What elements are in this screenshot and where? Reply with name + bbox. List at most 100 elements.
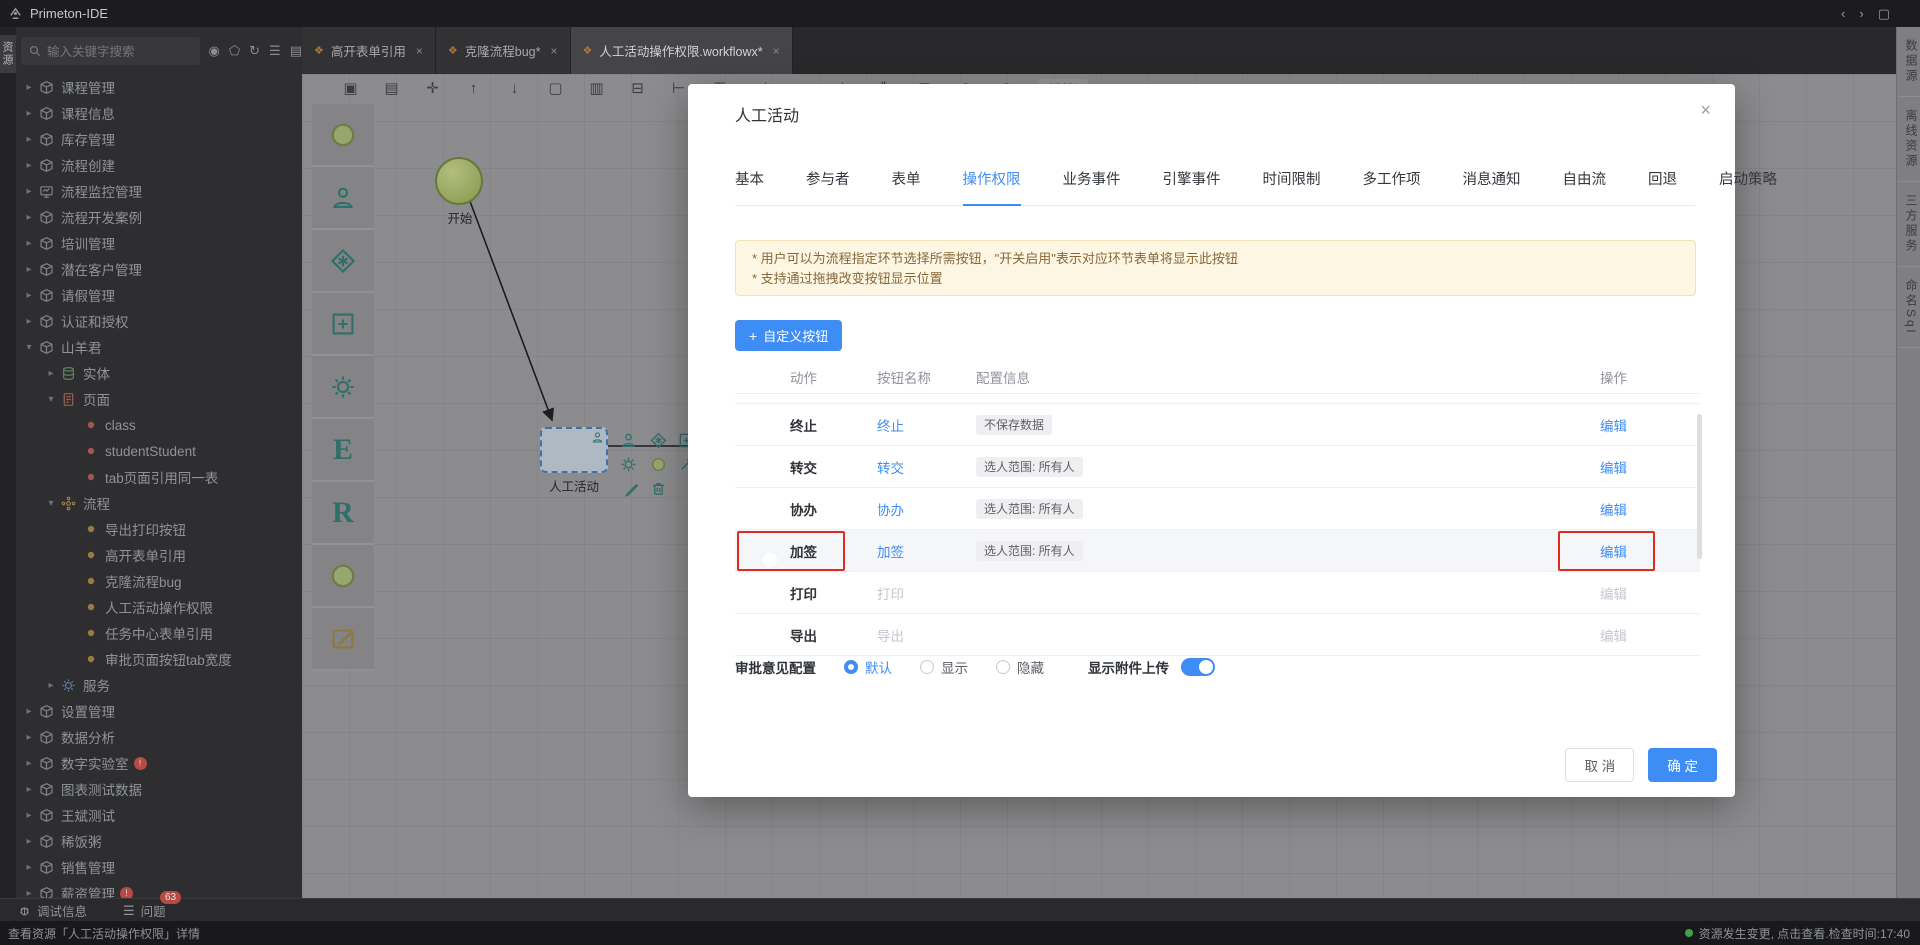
tree-item[interactable]: ▸ 王斌测试 ! [16, 802, 302, 828]
expand-arrow-icon[interactable]: ▾ [44, 394, 58, 405]
device-icon[interactable]: ▤ [290, 43, 302, 59]
dialog-tab-表单[interactable]: 表单 [892, 168, 921, 205]
expand-arrow-icon[interactable]: ▸ [22, 238, 36, 249]
tree-item[interactable]: ▸ 请假管理 ! [16, 282, 302, 308]
editor-tab[interactable]: ❖高开表单引用× [302, 27, 436, 74]
debug-info-tab[interactable]: 调试信息 [18, 901, 87, 920]
tree-item[interactable]: 任务中心表单引用 ! [16, 620, 302, 646]
tree-item[interactable]: ▸ 薪资管理 ! [16, 880, 302, 898]
expand-arrow-icon[interactable]: ▸ [22, 264, 36, 275]
tree-item[interactable]: ▸ 课程管理 ! [16, 74, 302, 100]
palette-r-node-icon[interactable]: R [312, 482, 374, 545]
tree-item[interactable]: ▸ 设置管理 ! [16, 698, 302, 724]
expand-arrow-icon[interactable]: ▸ [22, 82, 36, 93]
palette-plussq-icon[interactable] [312, 293, 374, 356]
ok-button[interactable]: 确 定 [1648, 748, 1717, 782]
problems-tab[interactable]: ☰ 问题 [123, 901, 166, 920]
tree-item[interactable]: 人工活动操作权限 ! [16, 594, 302, 620]
copy-icon[interactable]: ▣ [342, 79, 359, 97]
rail-tab-数据源[interactable]: 数据源 [1898, 27, 1920, 97]
quick-person-icon[interactable] [620, 432, 638, 450]
dialog-tab-时间限制[interactable]: 时间限制 [1263, 168, 1321, 205]
dialog-tab-回退[interactable]: 回退 [1648, 168, 1677, 205]
attachment-toggle[interactable] [1181, 658, 1215, 676]
close-tab-icon[interactable]: × [416, 44, 423, 58]
tree-item[interactable]: studentStudent ! [16, 438, 302, 464]
close-tab-icon[interactable]: × [773, 44, 780, 58]
nav-back-icon[interactable]: ‹ [1841, 6, 1845, 22]
paste-icon[interactable]: ▤ [383, 79, 400, 97]
table-scrollbar[interactable] [1697, 414, 1702, 559]
document-icon[interactable]: ▢ [547, 79, 564, 97]
quick-pencil-icon[interactable] [624, 480, 642, 498]
align-left-icon[interactable]: ⊢ [670, 79, 687, 97]
expand-arrow-icon[interactable]: ▸ [22, 862, 36, 873]
sort-list-icon[interactable]: ☰ [269, 43, 281, 59]
dialog-tab-多工作项[interactable]: 多工作项 [1363, 168, 1421, 205]
expand-arrow-icon[interactable]: ▸ [22, 290, 36, 301]
tree-item[interactable]: ▸ 库存管理 ! [16, 126, 302, 152]
expand-arrow-icon[interactable]: ▸ [22, 160, 36, 171]
tree-item[interactable]: ▸ 服务 ! [16, 672, 302, 698]
expand-arrow-icon[interactable]: ▸ [22, 810, 36, 821]
tree-item[interactable]: ▸ 流程监控管理 ! [16, 178, 302, 204]
expand-arrow-icon[interactable]: ▸ [22, 706, 36, 717]
save-layout-icon[interactable]: ▢ [1878, 6, 1890, 22]
rail-tab-离线资源[interactable]: 离线资源 [1898, 97, 1920, 182]
dialog-tab-引擎事件[interactable]: 引擎事件 [1163, 168, 1221, 205]
tree-item[interactable]: ▾ 山羊君 ! [16, 334, 302, 360]
dialog-tab-启动策略[interactable]: 启动策略 [1719, 168, 1777, 205]
tree-item[interactable]: ▸ 认证和授权 ! [16, 308, 302, 334]
editor-tab[interactable]: ❖克隆流程bug*× [436, 27, 571, 74]
button-name-link[interactable]: 打印 [877, 583, 976, 603]
expand-arrow-icon[interactable]: ▸ [22, 784, 36, 795]
quick-trash-icon[interactable] [650, 480, 668, 498]
tree-item[interactable]: ▸ 图表测试数据 ! [16, 776, 302, 802]
tree-item[interactable]: ▸ 稀饭粥 ! [16, 828, 302, 854]
manual-activity-node[interactable] [540, 427, 608, 473]
tree-item[interactable]: ▸ 流程创建 ! [16, 152, 302, 178]
dialog-tab-基本[interactable]: 基本 [735, 168, 764, 205]
tree-item[interactable]: ▾ 流程 ! [16, 490, 302, 516]
tree-item[interactable]: ▸ 实体 ! [16, 360, 302, 386]
expand-arrow-icon[interactable]: ▸ [22, 888, 36, 899]
dialog-tab-消息通知[interactable]: 消息通知 [1463, 168, 1521, 205]
custom-button[interactable]: + 自定义按钮 [735, 320, 842, 351]
refresh-icon[interactable]: ↻ [249, 43, 260, 59]
ai-icon[interactable]: ◉ [208, 43, 219, 59]
expand-arrow-icon[interactable]: ▸ [22, 836, 36, 847]
quick-diamond-icon[interactable] [650, 432, 668, 450]
cancel-button[interactable]: 取 消 [1565, 748, 1634, 782]
palette-person-icon[interactable] [312, 167, 374, 230]
editor-tab[interactable]: ❖人工活动操作权限.workflowx*× [571, 27, 793, 74]
edit-link[interactable]: 编辑 [1600, 499, 1700, 519]
palette-note-icon[interactable] [312, 608, 374, 671]
expand-arrow-icon[interactable]: ▸ [22, 316, 36, 327]
package-icon[interactable]: ⬠ [229, 43, 240, 59]
expand-arrow-icon[interactable]: ▸ [22, 134, 36, 145]
close-tab-icon[interactable]: × [551, 44, 558, 58]
button-name-link[interactable]: 加签 [877, 541, 976, 561]
palette-circle-icon[interactable] [312, 104, 374, 167]
expand-arrow-icon[interactable]: ▸ [22, 732, 36, 743]
expand-arrow-icon[interactable]: ▸ [44, 680, 58, 691]
dialog-tab-自由流[interactable]: 自由流 [1563, 168, 1607, 205]
button-name-link[interactable]: 转交 [877, 457, 976, 477]
search-input[interactable]: 输入关键字搜索 [21, 37, 200, 65]
tree-item[interactable]: ▾ 页面 ! [16, 386, 302, 412]
edit-link[interactable]: 编辑 [1600, 415, 1700, 435]
edit-link[interactable]: 编辑 [1600, 625, 1700, 645]
button-name-link[interactable]: 协办 [877, 499, 976, 519]
quick-circle-sm-icon[interactable] [650, 456, 668, 474]
tree-item[interactable]: ▸ 培训管理 ! [16, 230, 302, 256]
close-icon[interactable]: × [1700, 100, 1711, 121]
expand-arrow-icon[interactable]: ▸ [22, 186, 36, 197]
edit-link[interactable]: 编辑 [1600, 583, 1700, 603]
tree-item[interactable]: 克隆流程bug ! [16, 568, 302, 594]
palette-gear-icon[interactable] [312, 356, 374, 419]
upload-icon[interactable]: ↑ [465, 80, 482, 97]
tree-item[interactable]: ▸ 课程信息 ! [16, 100, 302, 126]
tree-item[interactable]: class ! [16, 412, 302, 438]
dialog-tab-业务事件[interactable]: 业务事件 [1063, 168, 1121, 205]
expand-arrow-icon[interactable]: ▸ [22, 758, 36, 769]
